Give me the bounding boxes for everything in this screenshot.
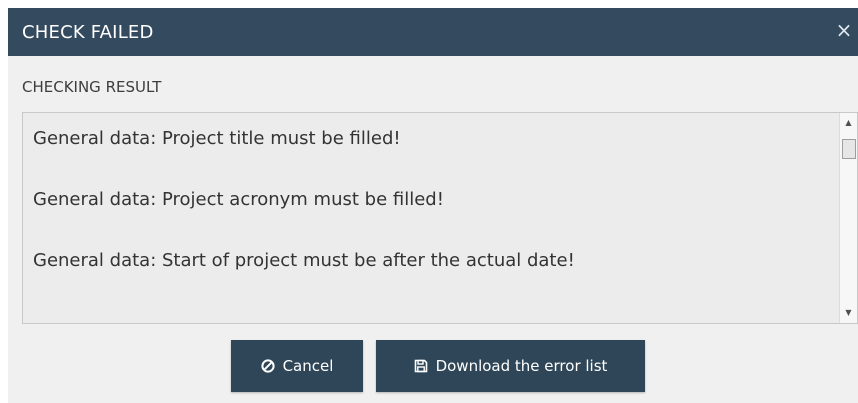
vertical-scrollbar[interactable]: ▲ ▼ <box>839 113 857 323</box>
floppy-disk-icon <box>414 359 428 373</box>
scroll-thumb[interactable] <box>842 139 856 159</box>
result-item: General data: Project title must be fill… <box>33 128 401 149</box>
scroll-up-arrow-icon[interactable]: ▲ <box>840 115 857 131</box>
dialog-title: CHECK FAILED <box>22 21 154 43</box>
cancel-button-label: Cancel <box>282 357 334 375</box>
checking-result-box[interactable]: General data: Project title must be fill… <box>22 112 858 324</box>
download-error-list-button[interactable]: Download the error list <box>376 340 645 392</box>
scroll-down-arrow-icon[interactable]: ▼ <box>840 305 857 321</box>
check-failed-dialog: CHECK FAILED × CHECKING RESULT General d… <box>8 8 858 403</box>
download-button-label: Download the error list <box>435 357 608 375</box>
result-item: General data: Project acronym must be fi… <box>33 189 444 210</box>
result-list: General data: Project title must be fill… <box>23 113 839 323</box>
cancel-circle-icon <box>260 359 275 373</box>
dialog-titlebar: CHECK FAILED × <box>8 8 858 56</box>
cancel-button[interactable]: Cancel <box>231 340 363 392</box>
close-icon[interactable]: × <box>834 18 854 42</box>
result-item: General data: Start of project must be a… <box>33 250 575 271</box>
section-label: CHECKING RESULT <box>22 78 162 96</box>
